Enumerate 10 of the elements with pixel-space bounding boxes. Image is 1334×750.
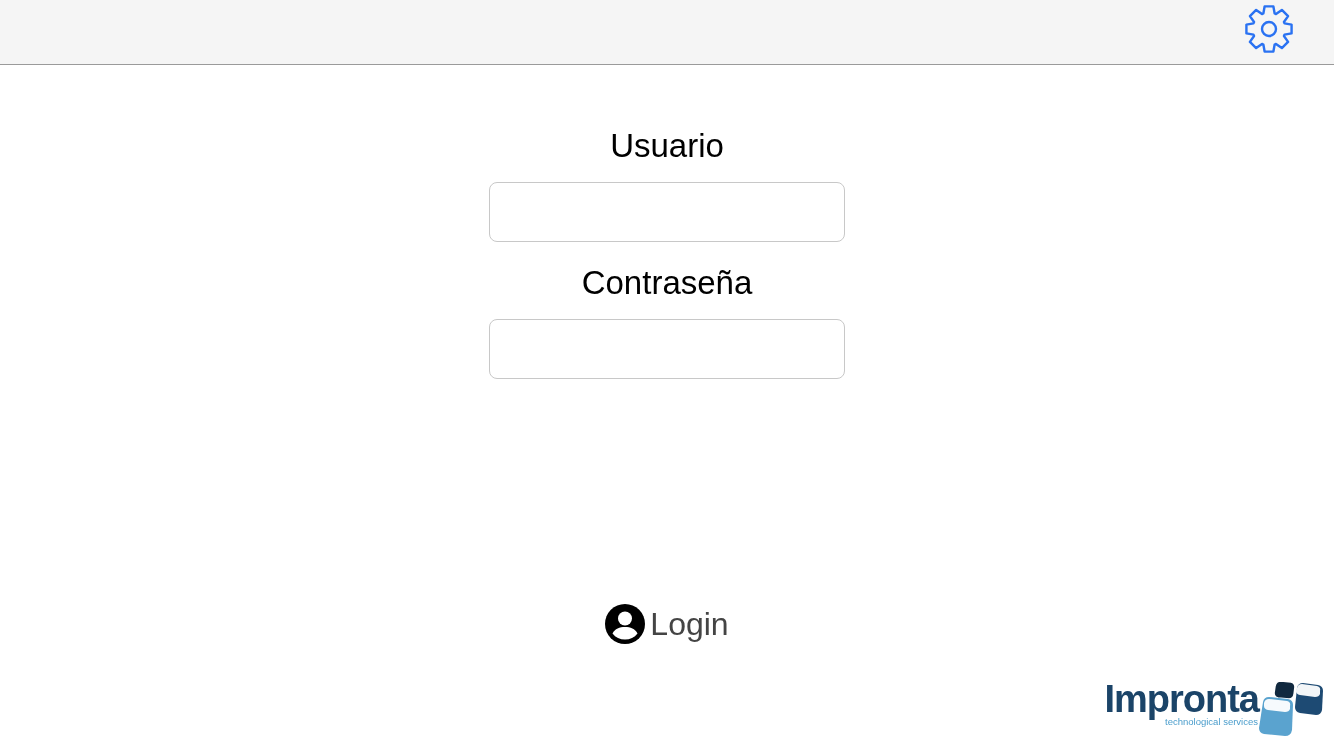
logo-tagline: technological services [1165, 716, 1258, 727]
field-label: Contraseña [581, 263, 753, 303]
settings-button[interactable] [1244, 4, 1294, 54]
settings-icon [1244, 4, 1294, 54]
field-label: Usuario [610, 126, 724, 166]
login-button[interactable]: Login [605, 599, 729, 649]
input-field[interactable] [489, 182, 845, 242]
user-circle-icon [605, 604, 646, 644]
logo-wordmark: Impronta [1104, 680, 1259, 718]
input-field[interactable] [489, 319, 845, 379]
